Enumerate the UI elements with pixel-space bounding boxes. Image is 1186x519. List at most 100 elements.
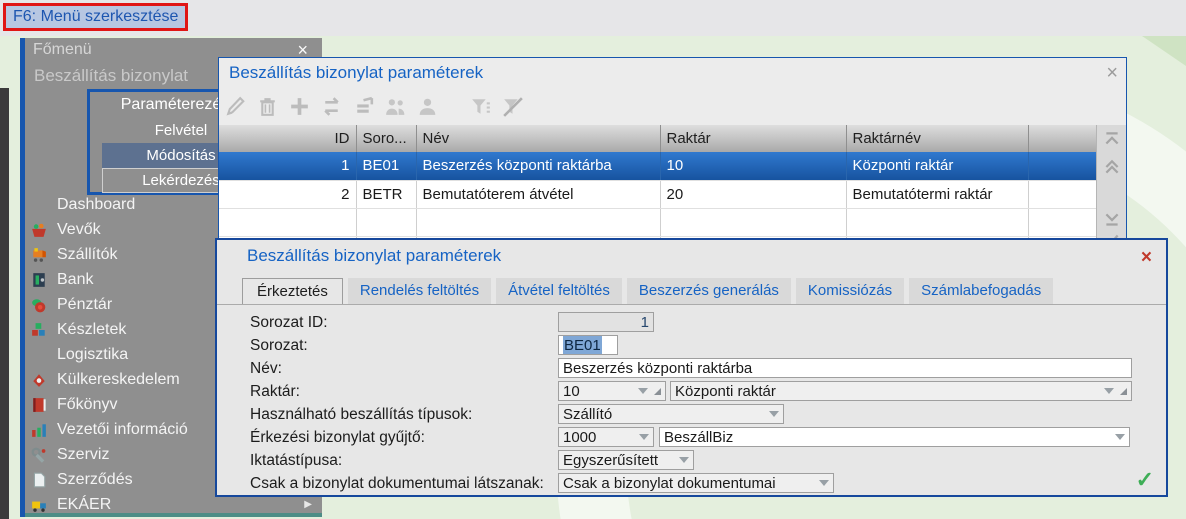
chevron-down-icon[interactable] bbox=[769, 411, 779, 417]
user-group-icon[interactable] bbox=[383, 94, 408, 119]
foreign-trade-icon bbox=[31, 372, 47, 388]
cell-name: Beszerzés központi raktárba bbox=[416, 152, 661, 181]
form-row-nev: Név: Beszerzés központi raktárba bbox=[217, 358, 1166, 380]
form-row-iktatas: Iktatástípusa: Egyszerűsített bbox=[217, 450, 1166, 472]
tipusok-combo[interactable]: Szállító bbox=[558, 404, 784, 424]
table-header-row: ID Soro... Név Raktár Raktárnév bbox=[219, 125, 1096, 152]
col-header-raktarnev[interactable]: Raktárnév bbox=[846, 125, 1029, 152]
cell-code: BETR bbox=[356, 180, 417, 209]
add-plus-icon[interactable] bbox=[287, 94, 312, 119]
form-row-gyujto: Érkezési bizonylat gyűjtő: 1000 BeszállB… bbox=[217, 427, 1166, 449]
filter-clear-icon[interactable] bbox=[500, 94, 525, 119]
tab-atvetel-feltoltes[interactable]: Átvétel feltöltés bbox=[496, 278, 622, 304]
cell-warehouse-name: Bemutatótermi raktár bbox=[846, 180, 1029, 209]
delete-trash-icon[interactable] bbox=[255, 94, 280, 119]
field-value: Csak a bizonylat dokumentumai bbox=[563, 474, 776, 492]
resize-corner-icon bbox=[1120, 387, 1127, 395]
field-label: Sorozat ID: bbox=[250, 314, 328, 331]
field-value: Szállító bbox=[563, 405, 613, 423]
left-edge-strip bbox=[0, 88, 9, 519]
field-label: Név: bbox=[250, 360, 282, 377]
sidebar-item-label: Bank bbox=[57, 270, 94, 288]
iktatas-combo[interactable]: Egyszerűsített bbox=[558, 450, 694, 470]
table-row-empty bbox=[219, 208, 1096, 237]
detail-title: Beszállítás bizonylat paraméterek bbox=[247, 246, 502, 265]
col-header-sorozat[interactable]: Soro... bbox=[356, 125, 417, 152]
gyujto-name-field[interactable]: BeszállBiz bbox=[659, 427, 1130, 447]
chevron-down-icon[interactable] bbox=[819, 480, 829, 486]
col-header-id[interactable]: ID bbox=[219, 125, 357, 152]
chevron-down-icon[interactable] bbox=[639, 434, 649, 440]
field-value: Egyszerűsített bbox=[563, 451, 659, 469]
page-down-icon[interactable] bbox=[1103, 211, 1121, 229]
nev-field[interactable]: Beszerzés központi raktárba bbox=[558, 358, 1132, 378]
sorozat-id-field: 1 bbox=[558, 312, 654, 332]
col-header-blank bbox=[1028, 125, 1096, 152]
scroll-first-icon[interactable] bbox=[1103, 130, 1121, 148]
menu-window-title: Főmenü bbox=[33, 41, 92, 58]
edit-pencil-icon[interactable] bbox=[223, 94, 248, 119]
field-value: 10 bbox=[563, 382, 580, 400]
cell-warehouse: 10 bbox=[660, 152, 847, 181]
tab-rendeles-feltoltes[interactable]: Rendelés feltöltés bbox=[347, 278, 492, 304]
import-rows-icon[interactable] bbox=[351, 94, 376, 119]
page-up-icon[interactable] bbox=[1103, 158, 1121, 176]
contract-icon bbox=[31, 472, 47, 488]
chevron-down-icon[interactable] bbox=[1104, 388, 1114, 394]
ledger-icon bbox=[31, 397, 47, 413]
form-row-dokumentumok: Csak a bizonylat dokumentumai látszanak:… bbox=[217, 473, 1166, 495]
field-label: Érkezési bizonylat gyűjtő: bbox=[250, 429, 425, 446]
submenu-arrow-icon: ▶ bbox=[304, 499, 312, 510]
parameter-detail-panel: Beszállítás bizonylat paraméterek × Érke… bbox=[215, 238, 1168, 497]
form-row-tipusok: Használható beszállítás típusok: Szállít… bbox=[217, 404, 1166, 426]
suppliers-icon bbox=[31, 247, 47, 263]
sidebar-item-label: Főkönyv bbox=[57, 395, 118, 413]
sidebar-item-label: Dashboard bbox=[57, 195, 136, 213]
col-header-nev[interactable]: Név bbox=[416, 125, 661, 152]
tab-szamlabefogadas[interactable]: Számlabefogadás bbox=[909, 278, 1054, 304]
sidebar-item-label: Szerviz bbox=[57, 445, 110, 463]
form-row-sorozat: Sorozat: BE01 bbox=[217, 335, 1166, 357]
table-row[interactable]: 1 BE01 Beszerzés központi raktárba 10 Kö… bbox=[219, 152, 1096, 181]
parameter-table: ID Soro... Név Raktár Raktárnév 1 BE01 B… bbox=[219, 125, 1096, 240]
management-info-icon bbox=[31, 422, 47, 438]
blank-icon bbox=[31, 197, 47, 213]
field-value: Beszerzés központi raktárba bbox=[563, 359, 753, 377]
sorozat-field[interactable]: BE01 bbox=[558, 335, 618, 355]
inventory-icon bbox=[31, 322, 47, 338]
resize-corner-icon bbox=[654, 387, 661, 395]
close-icon[interactable]: × bbox=[1141, 247, 1152, 269]
single-user-icon[interactable] bbox=[415, 94, 440, 119]
form-row-raktar: Raktár: 10 Központi raktár bbox=[217, 381, 1166, 403]
sidebar-item-label: Pénztár bbox=[57, 295, 113, 313]
filter-funnel-icon[interactable] bbox=[468, 94, 493, 119]
field-label: Csak a bizonylat dokumentumai látszanak: bbox=[250, 475, 544, 492]
sidebar-item-label: Szerződés bbox=[57, 470, 133, 488]
customers-icon bbox=[31, 222, 47, 238]
sidebar-item-label: Szállítók bbox=[57, 245, 118, 263]
chevron-down-icon[interactable] bbox=[1115, 434, 1125, 440]
accept-check-icon[interactable]: ✓ bbox=[1136, 467, 1154, 493]
table-row[interactable]: 2 BETR Bemutatóterem átvétel 20 Bemutató… bbox=[219, 180, 1096, 209]
detail-tabs: Érkeztetés Rendelés feltöltés Átvétel fe… bbox=[242, 277, 1154, 304]
cell-warehouse-name: Központi raktár bbox=[846, 152, 1029, 181]
tab-beszerzes-generalas[interactable]: Beszerzés generálás bbox=[626, 278, 791, 304]
field-label: Használható beszállítás típusok: bbox=[250, 406, 473, 423]
close-icon[interactable]: × bbox=[1106, 61, 1118, 85]
list-window-title: Beszállítás bizonylat paraméterek bbox=[229, 63, 484, 82]
raktar-name-combo[interactable]: Központi raktár bbox=[670, 381, 1132, 401]
sidebar-item-label: Készletek bbox=[57, 320, 127, 338]
gyujto-code-combo[interactable]: 1000 bbox=[558, 427, 654, 447]
chevron-down-icon[interactable] bbox=[679, 457, 689, 463]
field-value: 1000 bbox=[563, 428, 597, 446]
transfer-arrows-icon[interactable] bbox=[319, 94, 344, 119]
raktar-code-combo[interactable]: 10 bbox=[558, 381, 666, 401]
sidebar-item-label: Logisztika bbox=[57, 345, 129, 363]
tab-erkeztetes[interactable]: Érkeztetés bbox=[242, 278, 343, 304]
tab-komissiozas[interactable]: Komissiózás bbox=[795, 278, 905, 304]
desktop: F6: Menü szerkesztése Főmenü × Beszállít… bbox=[0, 0, 1186, 519]
dokumentumok-combo[interactable]: Csak a bizonylat dokumentumai bbox=[558, 473, 834, 493]
col-header-raktar[interactable]: Raktár bbox=[660, 125, 847, 152]
chevron-down-icon[interactable] bbox=[638, 388, 648, 394]
field-value: BE01 bbox=[563, 336, 602, 354]
